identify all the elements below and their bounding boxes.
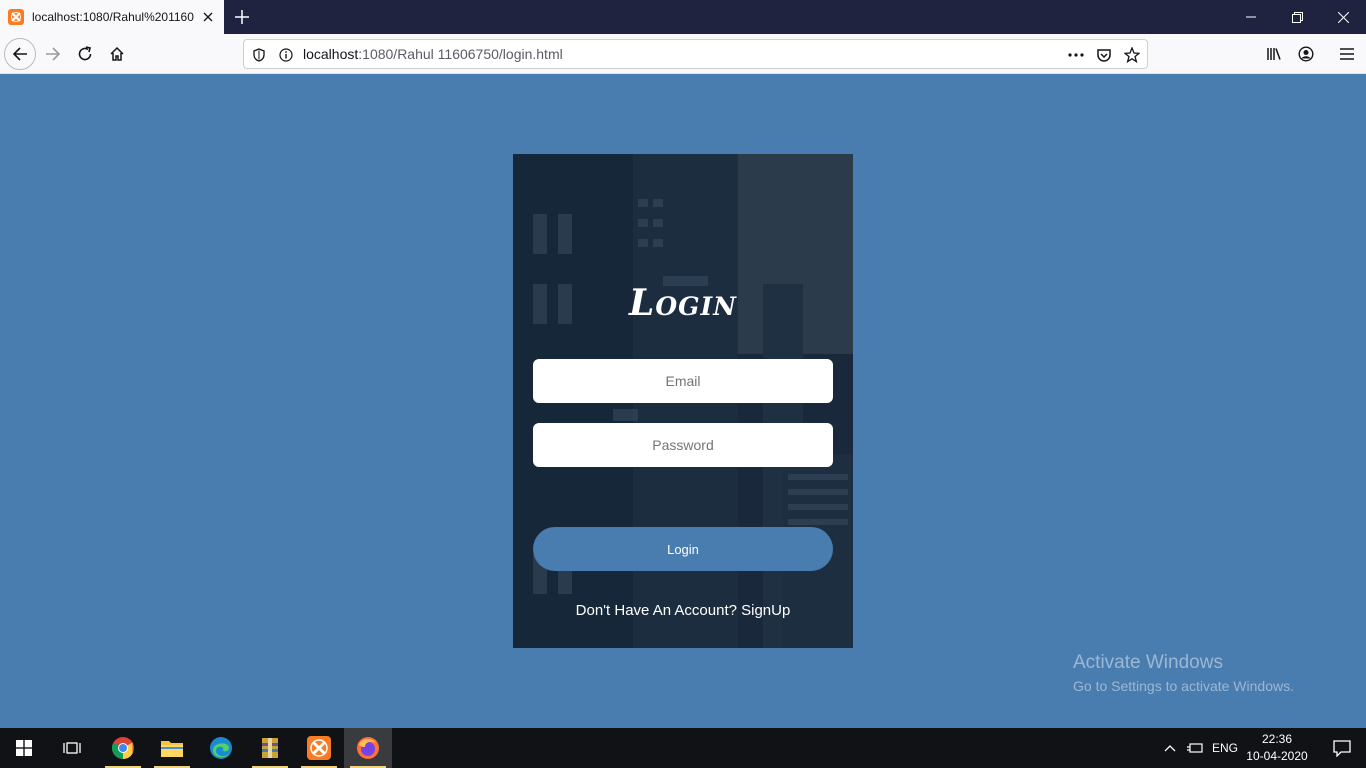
system-clock[interactable]: 22:36 10-04-2020	[1246, 731, 1308, 765]
clock-time: 22:36	[1261, 732, 1293, 746]
reload-icon[interactable]	[69, 38, 101, 70]
clock-date: 10-04-2020	[1246, 749, 1308, 763]
login-card: Login Login Don't Have An Account? SignU…	[513, 154, 853, 648]
account-icon[interactable]	[1290, 38, 1322, 70]
minimize-icon[interactable]	[1228, 0, 1274, 34]
url-host: localhost	[303, 46, 359, 62]
close-icon[interactable]	[200, 9, 216, 25]
chevron-up-icon[interactable]	[1158, 728, 1182, 768]
home-icon[interactable]	[101, 38, 133, 70]
login-title: Login	[629, 282, 737, 324]
navigation-toolbar: localhost:1080/Rahul 11606750/login.html	[0, 34, 1366, 74]
language-indicator[interactable]: ENG	[1212, 741, 1238, 755]
url-bar[interactable]: localhost:1080/Rahul 11606750/login.html	[243, 39, 1148, 69]
tab-title: localhost:1080/Rahul%2011606	[32, 10, 194, 24]
shield-icon[interactable]	[250, 46, 268, 64]
restore-icon[interactable]	[1274, 0, 1320, 34]
more-icon[interactable]	[1067, 46, 1085, 64]
edge-icon[interactable]	[197, 728, 245, 768]
browser-tab[interactable]: localhost:1080/Rahul%2011606	[0, 0, 224, 34]
url-path: :1080/Rahul 11606750/login.html	[358, 46, 563, 62]
firefox-icon[interactable]	[344, 728, 392, 768]
winrar-icon[interactable]	[246, 728, 294, 768]
windows-start-icon[interactable]	[0, 728, 48, 768]
watermark-title: Activate Windows	[1073, 652, 1223, 673]
network-icon[interactable]	[1183, 728, 1207, 768]
url-text: localhost:1080/Rahul 11606750/login.html	[303, 46, 563, 62]
back-arrow-icon[interactable]	[4, 38, 36, 70]
task-view-icon[interactable]	[48, 728, 96, 768]
library-icon[interactable]	[1258, 38, 1290, 70]
signup-link[interactable]: Don't Have An Account? SignUp	[513, 602, 853, 619]
menu-icon[interactable]	[1331, 38, 1363, 70]
email-field[interactable]	[533, 359, 833, 403]
xampp-icon	[8, 9, 24, 25]
star-icon[interactable]	[1123, 46, 1141, 64]
activate-windows-watermark: Activate Windows Go to Settings to activ…	[1073, 652, 1294, 694]
login-button[interactable]: Login	[533, 527, 833, 571]
info-icon[interactable]	[277, 46, 295, 64]
watermark-subtitle: Go to Settings to activate Windows.	[1073, 678, 1294, 694]
notification-icon[interactable]	[1318, 728, 1366, 768]
pocket-icon[interactable]	[1095, 46, 1113, 64]
password-field[interactable]	[533, 423, 833, 467]
tab-bar: localhost:1080/Rahul%2011606	[0, 0, 1366, 34]
forward-arrow-icon[interactable]	[37, 38, 69, 70]
plus-icon[interactable]	[230, 5, 254, 29]
windows-taskbar: ENG 22:36 10-04-2020	[0, 728, 1366, 768]
file-explorer-icon[interactable]	[148, 728, 196, 768]
chrome-icon[interactable]	[99, 728, 147, 768]
xampp-icon[interactable]	[295, 728, 343, 768]
close-window-icon[interactable]	[1320, 0, 1366, 34]
